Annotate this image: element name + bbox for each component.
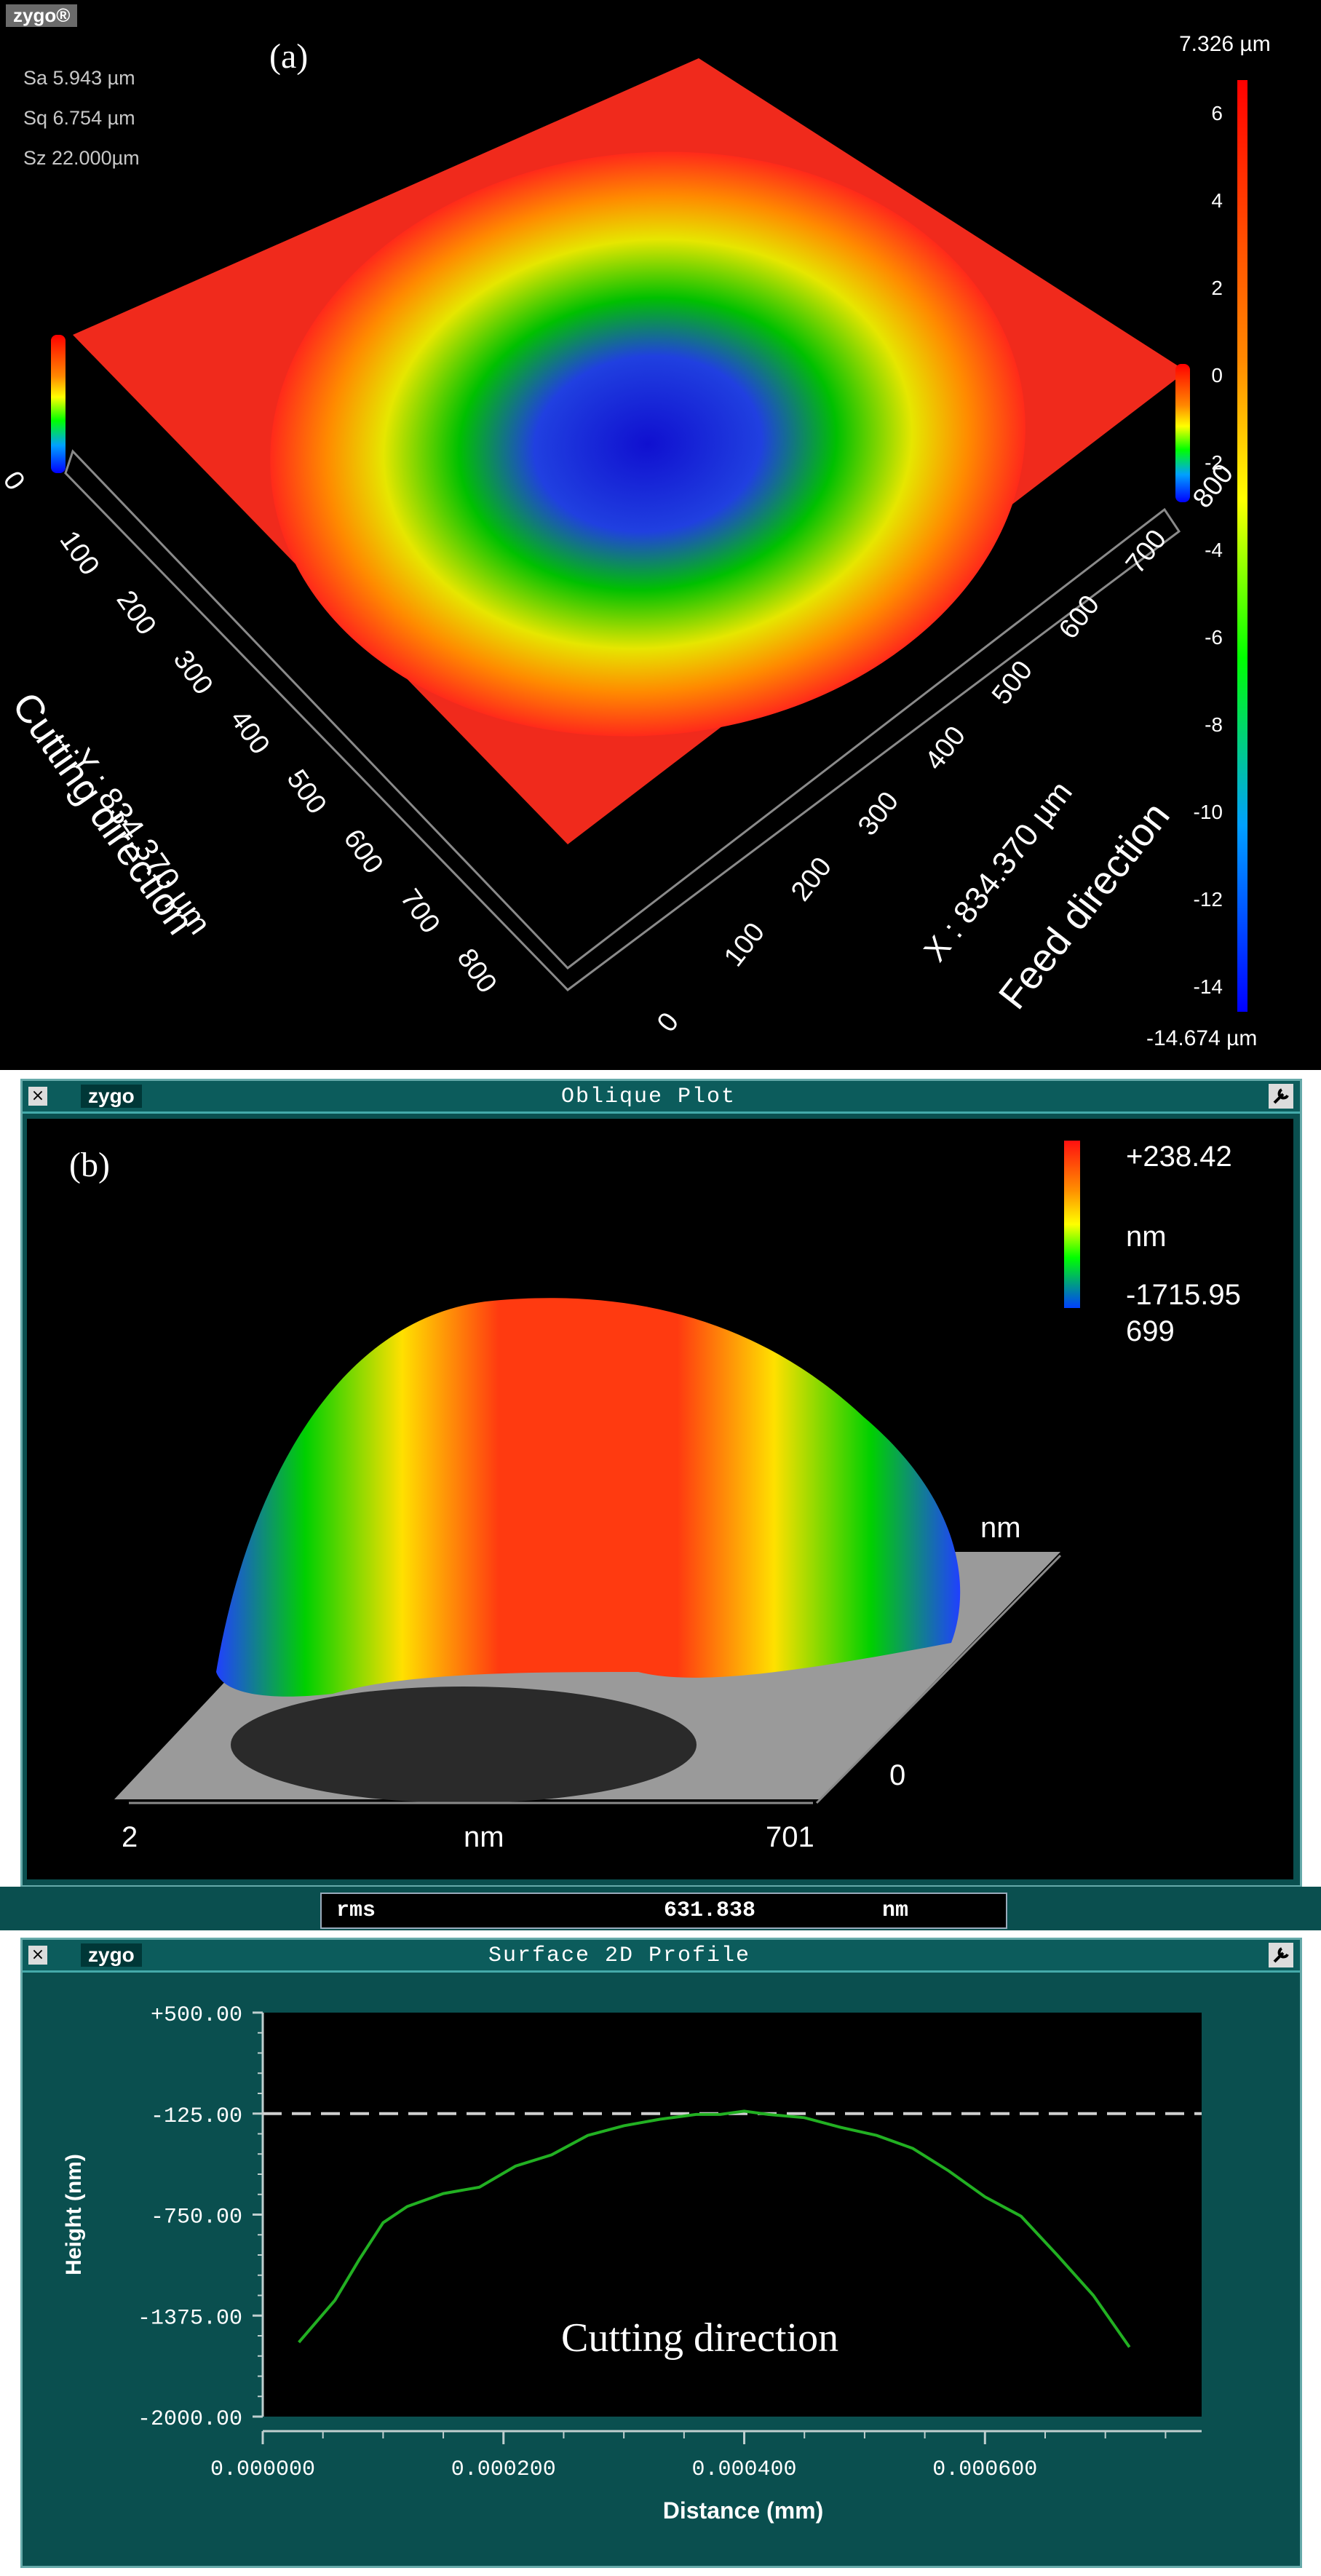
close-button[interactable]: × (28, 1946, 47, 1965)
stat-sq: Sq 6.754 µm (23, 107, 135, 129)
colorbar (1237, 80, 1247, 1012)
colorbar-tick-label: -10 (1193, 801, 1223, 823)
x-axis-start: 2 (122, 1821, 138, 1853)
rms-strip: rms 631.838 nm (0, 1887, 1321, 1930)
panel-label-b: (b) (69, 1146, 110, 1184)
colorbar-tick-label: 2 (1211, 277, 1223, 299)
colorbar-tick-label: 6 (1211, 102, 1223, 124)
colorbar-unit: nm (1126, 1221, 1167, 1253)
colorbar-tick-label: 4 (1211, 189, 1223, 212)
window-title: Surface 2D Profile (488, 1943, 751, 1968)
oblique-plot-area: (b) +238.42 nm -1715.95 699 nm 0 2 nm 70… (27, 1119, 1293, 1879)
colorbar-max: +238.42 (1126, 1141, 1232, 1173)
profile-chart: +500.00 -125.00 -750.00 -1375.00 -2000.00 0.0… (62, 2003, 1202, 2524)
zygo-badge: zygo (81, 1085, 142, 1108)
x-tick-label: 0.000400 (692, 2457, 797, 2482)
colorbar-tick-label: -14 (1193, 975, 1223, 998)
colorbar-max-label: 7.326 µm (1179, 32, 1271, 56)
stat-sa: Sa 5.943 µm (23, 67, 135, 89)
colorbar-extra: 699 (1126, 1315, 1175, 1347)
window-title: Oblique Plot (561, 1085, 737, 1109)
zygo-badge: zygo (81, 1943, 142, 1967)
colorbar-tick-label: -12 (1193, 888, 1223, 911)
rms-readout: rms 631.838 nm (320, 1893, 1007, 1929)
x-axis-unit: nm (464, 1821, 504, 1853)
depth-axis-zero: 0 (889, 1759, 906, 1791)
rms-label: rms (336, 1898, 376, 1923)
colorbar-min: -1715.95 (1126, 1279, 1241, 1311)
colorbar-tick-label: -8 (1205, 713, 1223, 736)
y-tick-label: -1375.00 (138, 2306, 242, 2331)
cutting-direction-annotation: Cutting direction (561, 2315, 838, 2361)
depth-axis-unit: nm (980, 1512, 1021, 1544)
profile-window: × zygo Surface 2D Profile +500.00 -125.00… (20, 1938, 1302, 2568)
oblique-surface-svg (114, 1141, 1080, 1804)
stat-sz: Sz 22.000µm (23, 147, 140, 169)
x-tick-label: 0.000200 (451, 2457, 556, 2482)
close-button[interactable]: × (28, 1087, 47, 1106)
dome-shadow (231, 1687, 697, 1803)
y-tick-label: -2000.00 (138, 2407, 242, 2432)
y-tick-label: -750.00 (151, 2206, 242, 2230)
x-axis-end: 701 (766, 1821, 814, 1853)
colorbar-tick-label: 0 (1211, 364, 1223, 387)
colorbar-min-label: -14.674 µm (1146, 1026, 1258, 1050)
colorbar-tick-label: -6 (1205, 626, 1223, 649)
x-tick-label: 0.000000 (210, 2457, 315, 2482)
y-tick-label: -125.00 (151, 2104, 242, 2129)
panel-label-a: (a) (269, 37, 309, 76)
y-tick-label: +500.00 (151, 2003, 242, 2028)
corner-colorbar-left (51, 335, 66, 473)
x-axis-label: Distance (mm) (663, 2497, 824, 2524)
x-tick-label: 0.000600 (932, 2457, 1037, 2482)
oblique-colorbar (1064, 1141, 1080, 1308)
zygo-logo: zygo® (6, 4, 78, 27)
y-axis-label: Height (nm) (62, 2154, 86, 2275)
rms-value: 631.838 (664, 1898, 756, 1923)
wrench-icon[interactable] (1269, 1084, 1293, 1109)
colorbar-tick-label: -4 (1205, 539, 1223, 561)
profile-titlebar: × zygo Surface 2D Profile (23, 1940, 1300, 1973)
panel-a-3d-surface: zygo® (a) Sa 5.943 µm Sq 6.754 µm Sz 22.… (0, 0, 1321, 1070)
oblique-titlebar: × zygo Oblique Plot (23, 1081, 1300, 1114)
oblique-plot-window: × zygo Oblique Plot (b) +238.42 nm -1715… (20, 1079, 1302, 1887)
wrench-icon[interactable] (1269, 1943, 1293, 1967)
rms-unit: nm (882, 1898, 909, 1923)
dome-surface (216, 1298, 961, 1697)
